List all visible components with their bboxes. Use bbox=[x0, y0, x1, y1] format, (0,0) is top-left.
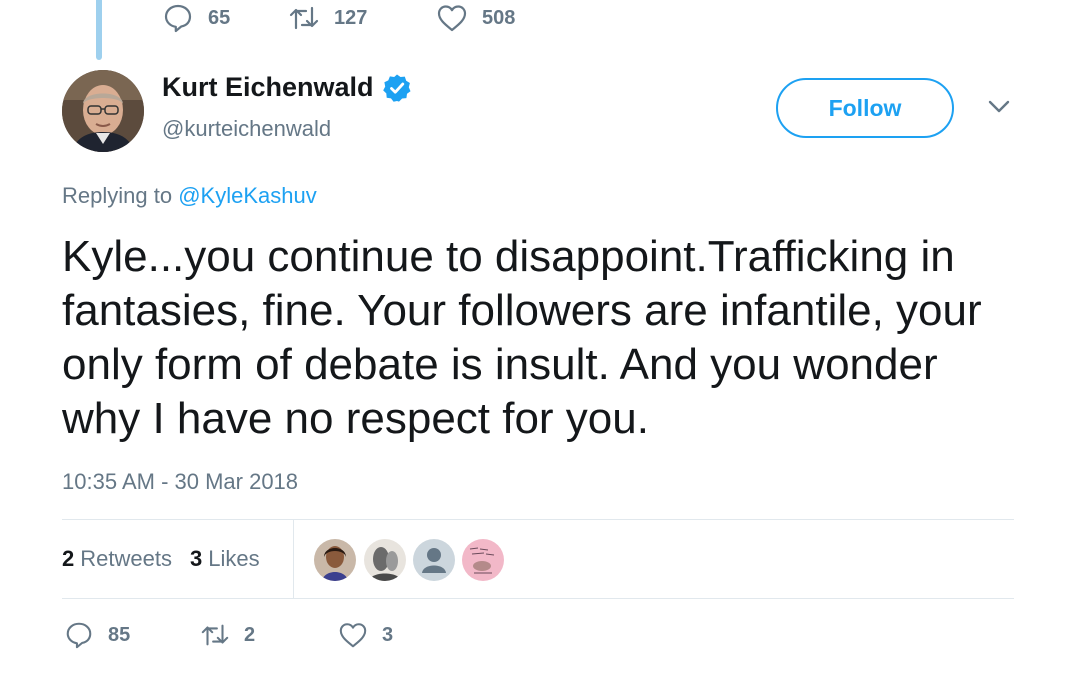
liker-avatar[interactable] bbox=[364, 539, 406, 581]
tweet-text: Kyle...you continue to disappoint.Traffi… bbox=[62, 232, 982, 443]
like-action[interactable]: 508 bbox=[436, 2, 515, 34]
like-count: 508 bbox=[482, 6, 516, 29]
retweets-stat[interactable]: 2 Retweets bbox=[62, 546, 172, 572]
like-count: 3 bbox=[382, 623, 394, 646]
likes-stat-count: 3 bbox=[189, 546, 203, 571]
divider-top bbox=[62, 519, 1014, 520]
replying-to-line: Replying to @KyleKashuv bbox=[62, 183, 317, 209]
author-name-row: Kurt Eichenwald bbox=[162, 72, 412, 103]
chevron-down-icon[interactable] bbox=[986, 98, 1012, 116]
retweet-icon bbox=[201, 624, 229, 646]
liker-avatar[interactable] bbox=[462, 539, 504, 581]
reply-action[interactable]: 85 bbox=[64, 620, 130, 650]
liker-avatar-1-image bbox=[314, 539, 356, 581]
follow-button[interactable]: Follow bbox=[776, 78, 954, 138]
liker-avatar-4-image bbox=[462, 539, 504, 581]
likes-stat-label: Likes bbox=[208, 546, 260, 571]
stats-separator bbox=[293, 520, 294, 598]
retweet-icon bbox=[289, 6, 319, 30]
tweet-timestamp[interactable]: 10:35 AM - 30 Mar 2018 bbox=[62, 469, 298, 495]
retweet-count: 127 bbox=[334, 6, 368, 29]
replying-to-mention[interactable]: @KyleKashuv bbox=[178, 183, 317, 208]
liker-avatar[interactable] bbox=[413, 539, 455, 581]
liker-avatar[interactable] bbox=[314, 539, 356, 581]
author-handle[interactable]: @kurteichenwald bbox=[162, 116, 331, 142]
reply-count: 65 bbox=[208, 6, 231, 29]
author-photo bbox=[62, 70, 144, 152]
retweet-action[interactable]: 127 bbox=[288, 2, 367, 34]
replying-prefix: Replying to bbox=[62, 183, 179, 208]
like-action[interactable]: 3 bbox=[338, 620, 393, 650]
liker-avatar-2-image bbox=[364, 539, 406, 581]
likes-stat[interactable]: 3 Likes bbox=[190, 546, 260, 572]
reply-action[interactable]: 65 bbox=[162, 2, 230, 34]
divider-bottom bbox=[62, 598, 1014, 599]
reply-count: 85 bbox=[108, 623, 131, 646]
retweet-count: 2 bbox=[244, 623, 256, 646]
default-avatar-icon bbox=[413, 539, 455, 581]
reply-icon bbox=[164, 4, 192, 33]
retweets-stat-label: Retweets bbox=[80, 546, 172, 571]
engagement-stats: 2 Retweets 3 Likes bbox=[62, 546, 278, 572]
heart-icon bbox=[339, 623, 367, 648]
author-name[interactable]: Kurt Eichenwald bbox=[162, 72, 374, 103]
thread-line bbox=[96, 0, 102, 60]
heart-icon bbox=[437, 5, 467, 32]
author-avatar[interactable] bbox=[62, 70, 144, 152]
verified-badge-icon bbox=[382, 74, 411, 102]
retweet-action[interactable]: 2 bbox=[200, 620, 255, 650]
reply-icon bbox=[66, 622, 92, 649]
retweets-stat-count: 2 bbox=[62, 546, 75, 571]
